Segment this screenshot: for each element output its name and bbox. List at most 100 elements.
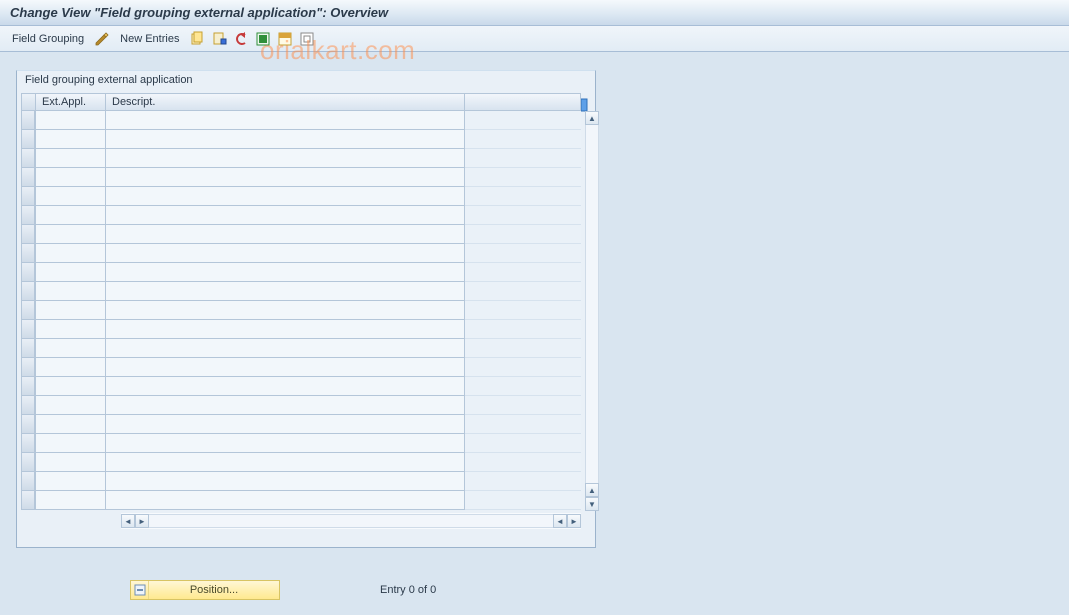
- cell-ext-appl[interactable]: [35, 111, 105, 130]
- cell-ext-appl[interactable]: [35, 358, 105, 377]
- window-title-bar: Change View "Field grouping external app…: [0, 0, 1069, 26]
- cell-ext-appl[interactable]: [35, 130, 105, 149]
- cell-ext-appl[interactable]: [35, 244, 105, 263]
- cell-ext-appl[interactable]: [35, 168, 105, 187]
- row-header[interactable]: [21, 415, 35, 434]
- cell-ext-appl[interactable]: [35, 320, 105, 339]
- cell-ext-appl[interactable]: [35, 396, 105, 415]
- row-header[interactable]: [21, 396, 35, 415]
- scroll-right-icon[interactable]: ►: [135, 514, 149, 528]
- cell-descript[interactable]: [105, 130, 465, 149]
- scroll-down-icon[interactable]: ▼: [585, 497, 599, 511]
- cell-ext-appl[interactable]: [35, 491, 105, 510]
- cell-descript[interactable]: [105, 282, 465, 301]
- cell-descript[interactable]: [105, 244, 465, 263]
- cell-ext-appl[interactable]: [35, 225, 105, 244]
- vscroll-track[interactable]: [585, 125, 599, 483]
- scroll-up-icon-2[interactable]: ▲: [585, 483, 599, 497]
- vertical-scrollbar[interactable]: ▲ ▲ ▼: [585, 111, 599, 511]
- table-row: [21, 168, 581, 187]
- row-header[interactable]: [21, 453, 35, 472]
- cell-descript[interactable]: [105, 301, 465, 320]
- table-row: [21, 472, 581, 491]
- row-header[interactable]: [21, 320, 35, 339]
- cell-ext-appl[interactable]: [35, 434, 105, 453]
- new-entries-button[interactable]: New Entries: [116, 33, 183, 45]
- row-header[interactable]: [21, 206, 35, 225]
- scroll-left-icon[interactable]: ◄: [121, 514, 135, 528]
- position-icon: [131, 581, 149, 599]
- cell-descript[interactable]: [105, 453, 465, 472]
- row-header[interactable]: [21, 130, 35, 149]
- row-header[interactable]: [21, 491, 35, 510]
- window-title: Change View "Field grouping external app…: [10, 5, 388, 20]
- change-icon[interactable]: [94, 31, 110, 47]
- cell-ext-appl[interactable]: [35, 377, 105, 396]
- cell-ext-appl[interactable]: [35, 453, 105, 472]
- row-header[interactable]: [21, 111, 35, 130]
- row-header[interactable]: [21, 339, 35, 358]
- cell-descript[interactable]: [105, 111, 465, 130]
- scroll-right-icon-2[interactable]: ►: [567, 514, 581, 528]
- row-header[interactable]: [21, 187, 35, 206]
- row-header[interactable]: [21, 358, 35, 377]
- horizontal-scrollbar[interactable]: ◄ ► ◄ ►: [121, 513, 581, 529]
- cell-descript[interactable]: [105, 187, 465, 206]
- cell-descript[interactable]: [105, 358, 465, 377]
- cell-descript[interactable]: [105, 339, 465, 358]
- cell-descript[interactable]: [105, 263, 465, 282]
- cell-ext-appl[interactable]: [35, 206, 105, 225]
- row-header[interactable]: [21, 225, 35, 244]
- column-header-descript[interactable]: Descript.: [105, 93, 465, 111]
- row-header[interactable]: [21, 472, 35, 491]
- row-header[interactable]: [21, 149, 35, 168]
- cell-blank: [465, 206, 581, 225]
- field-grouping-button[interactable]: Field Grouping: [8, 33, 88, 45]
- table-row: [21, 415, 581, 434]
- scroll-up-icon[interactable]: ▲: [585, 111, 599, 125]
- cell-descript[interactable]: [105, 491, 465, 510]
- row-header[interactable]: [21, 282, 35, 301]
- row-header[interactable]: [21, 377, 35, 396]
- cell-descript[interactable]: [105, 434, 465, 453]
- select-block-icon[interactable]: [277, 31, 293, 47]
- cell-ext-appl[interactable]: [35, 415, 105, 434]
- cell-descript[interactable]: [105, 206, 465, 225]
- undo-icon[interactable]: [233, 31, 249, 47]
- cell-descript[interactable]: [105, 149, 465, 168]
- column-header-ext-appl[interactable]: Ext.Appl.: [35, 93, 105, 111]
- cell-descript[interactable]: [105, 168, 465, 187]
- deselect-all-icon[interactable]: [299, 31, 315, 47]
- hscroll-track[interactable]: [149, 514, 553, 528]
- select-all-icon[interactable]: [255, 31, 271, 47]
- grid: Ext.Appl. Descript. ◄ ► ◄ ►: [21, 93, 581, 529]
- cell-ext-appl[interactable]: [35, 263, 105, 282]
- cell-descript[interactable]: [105, 320, 465, 339]
- copy-icon[interactable]: [189, 31, 205, 47]
- cell-ext-appl[interactable]: [35, 472, 105, 491]
- cell-ext-appl[interactable]: [35, 339, 105, 358]
- cell-blank: [465, 149, 581, 168]
- row-header[interactable]: [21, 434, 35, 453]
- cell-descript[interactable]: [105, 396, 465, 415]
- cell-ext-appl[interactable]: [35, 149, 105, 168]
- panel-title: Field grouping external application: [17, 71, 595, 91]
- row-header[interactable]: [21, 168, 35, 187]
- row-header[interactable]: [21, 244, 35, 263]
- position-button[interactable]: Position...: [130, 580, 280, 600]
- cell-ext-appl[interactable]: [35, 282, 105, 301]
- scroll-left-icon-2[interactable]: ◄: [553, 514, 567, 528]
- grid-wrap: Ext.Appl. Descript. ◄ ► ◄ ► ▲ ▲ ▼: [21, 93, 591, 529]
- row-header[interactable]: [21, 263, 35, 282]
- cell-blank: [465, 320, 581, 339]
- row-header[interactable]: [21, 301, 35, 320]
- cell-blank: [465, 301, 581, 320]
- cell-descript[interactable]: [105, 472, 465, 491]
- cell-ext-appl[interactable]: [35, 301, 105, 320]
- table-row: [21, 225, 581, 244]
- cell-descript[interactable]: [105, 377, 465, 396]
- cell-descript[interactable]: [105, 415, 465, 434]
- delete-icon[interactable]: [211, 31, 227, 47]
- cell-descript[interactable]: [105, 225, 465, 244]
- cell-ext-appl[interactable]: [35, 187, 105, 206]
